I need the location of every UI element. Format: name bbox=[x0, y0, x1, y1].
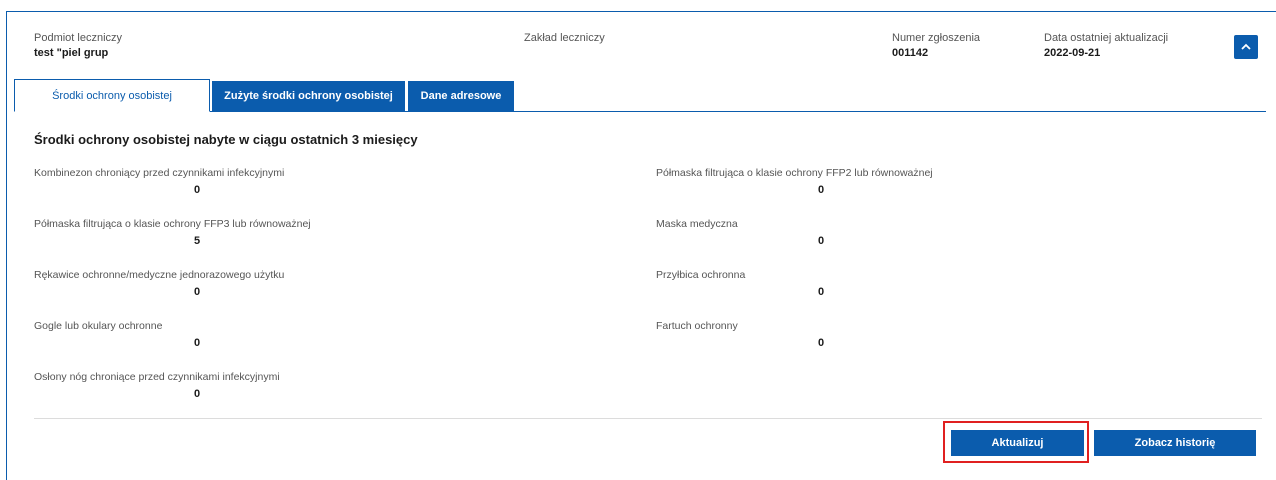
field-value: 5 bbox=[194, 235, 201, 247]
field-label: Rękawice ochronne/medyczne jednorazowego… bbox=[34, 269, 285, 281]
history-button[interactable]: Zobacz historię bbox=[1094, 430, 1256, 456]
chevron-up-icon bbox=[1241, 43, 1251, 50]
data-aktualizacji-label: Data ostatniej aktualizacji bbox=[1044, 32, 1169, 44]
actions-divider bbox=[34, 418, 1262, 419]
podmiot-value: test "piel grup bbox=[34, 47, 109, 59]
tab-srodki-ochrony[interactable]: Środki ochrony osobistej bbox=[14, 79, 210, 112]
field-label: Przyłbica ochronna bbox=[656, 269, 746, 281]
field-label: Kombinezon chroniący przed czynnikami in… bbox=[34, 167, 285, 179]
podmiot-label: Podmiot leczniczy bbox=[34, 32, 123, 44]
tab-dane-adresowe[interactable]: Dane adresowe bbox=[408, 81, 514, 111]
field-label: Gogle lub okulary ochronne bbox=[34, 320, 163, 332]
collapse-button[interactable] bbox=[1234, 35, 1258, 59]
tab-zuzyte-srodki[interactable]: Zużyte środki ochrony osobistej bbox=[212, 81, 405, 111]
section-title: Środki ochrony osobistej nabyte w ciągu … bbox=[34, 132, 418, 147]
field-label: Maska medyczna bbox=[656, 218, 738, 230]
zaklad-label: Zakład leczniczy bbox=[524, 32, 605, 44]
update-button[interactable]: Aktualizuj bbox=[951, 430, 1084, 456]
field-value: 0 bbox=[194, 184, 201, 196]
field-value: 0 bbox=[194, 388, 201, 400]
field-label: Półmaska filtrująca o klasie ochrony FFP… bbox=[656, 167, 933, 179]
field-label: Fartuch ochronny bbox=[656, 320, 738, 332]
panel-left-border bbox=[6, 11, 7, 480]
field-value: 0 bbox=[194, 337, 201, 349]
numer-value: 001142 bbox=[892, 47, 929, 59]
field-value: 0 bbox=[194, 286, 201, 298]
field-value: 0 bbox=[818, 286, 825, 298]
numer-label: Numer zgłoszenia bbox=[892, 32, 981, 44]
panel-top-border bbox=[6, 11, 1276, 12]
field-value: 0 bbox=[818, 337, 825, 349]
field-value: 0 bbox=[818, 184, 825, 196]
field-label: Półmaska filtrująca o klasie ochrony FFP… bbox=[34, 218, 311, 230]
data-aktualizacji-value: 2022-09-21 bbox=[1044, 47, 1101, 59]
field-value: 0 bbox=[818, 235, 825, 247]
field-label: Osłony nóg chroniące przed czynnikami in… bbox=[34, 371, 280, 383]
